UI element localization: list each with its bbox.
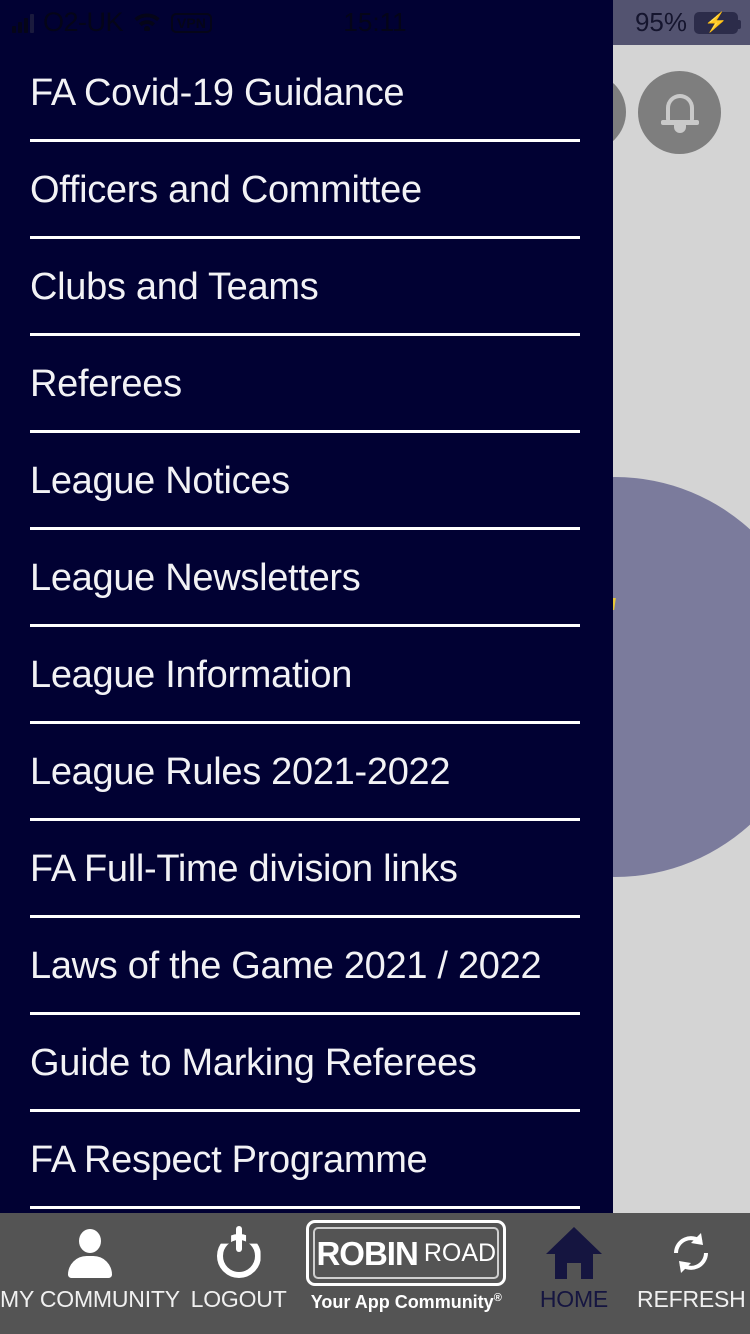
brand-name-primary: ROBIN (316, 1234, 418, 1272)
refresh-icon (666, 1223, 716, 1283)
drawer-item-referees[interactable]: Referees (0, 336, 613, 433)
wifi-icon (132, 9, 162, 36)
tab-label: HOME (539, 1286, 609, 1312)
drawer-item-label: FA Respect Programme (30, 1139, 428, 1181)
drawer-item-label: League Notices (30, 460, 290, 502)
app-screen: FA Covid-19 Guidance Officers and Commit… (0, 0, 750, 1334)
drawer-item-label: League Newsletters (30, 557, 361, 599)
vpn-badge-icon: VPN (171, 12, 212, 33)
brand-logo-plate: ROBIN ROAD (306, 1220, 507, 1286)
brand-name-secondary: ROAD (423, 1238, 497, 1267)
tab-label: MY COMMUNITY (0, 1286, 180, 1312)
drawer-item-label: Referees (30, 363, 182, 405)
drawer-item-fa-covid-19-guidance[interactable]: FA Covid-19 Guidance (0, 45, 613, 142)
status-bar: 15:11 O2-UK VPN 95% ⚡ (0, 0, 750, 45)
drawer-item-fa-respect-programme[interactable]: FA Respect Programme (0, 1112, 613, 1209)
signal-bars-icon (12, 13, 34, 33)
power-icon (213, 1223, 265, 1283)
status-bar-right-group: 95% ⚡ (634, 0, 741, 45)
drawer-item-fa-full-time-division-links[interactable]: FA Full-Time division links (0, 821, 613, 918)
drawer-item-clubs-and-teams[interactable]: Clubs and Teams (0, 239, 613, 336)
tab-refresh[interactable]: REFRESH (633, 1213, 750, 1334)
status-bar-left-group: O2-UK VPN (12, 0, 212, 45)
notifications-button[interactable] (638, 71, 721, 154)
drawer-item-label: Clubs and Teams (30, 266, 319, 308)
carrier-label: O2-UK (43, 7, 124, 37)
tab-label: REFRESH (637, 1286, 746, 1312)
tab-my-community[interactable]: MY COMMUNITY (0, 1213, 180, 1334)
drawer-item-laws-of-the-game[interactable]: Laws of the Game 2021 / 2022 (0, 918, 613, 1015)
navigation-drawer: FA Covid-19 Guidance Officers and Commit… (0, 0, 613, 1213)
battery-percent-label: 95% (634, 7, 687, 37)
brand-logo-button[interactable]: ROBIN ROAD Your App Community® (297, 1213, 515, 1334)
person-icon (66, 1223, 114, 1283)
drawer-item-league-newsletters[interactable]: League Newsletters (0, 530, 613, 627)
brand-tagline-mark: ® (493, 1292, 502, 1304)
home-icon (545, 1223, 602, 1283)
drawer-item-label: League Rules 2021-2022 (30, 751, 451, 793)
drawer-item-label: FA Full-Time division links (30, 848, 458, 890)
tab-home[interactable]: HOME (515, 1213, 632, 1334)
drawer-item-label: FA Covid-19 Guidance (30, 72, 405, 114)
drawer-item-label: League Information (30, 654, 353, 696)
drawer-item-officers-and-committee[interactable]: Officers and Committee (0, 142, 613, 239)
tab-label: LOGOUT (190, 1286, 287, 1312)
tab-logout[interactable]: LOGOUT (180, 1213, 297, 1334)
bottom-tab-bar: MY COMMUNITY LOGOUT ROBIN ROAD Your App … (0, 1213, 750, 1334)
bell-icon (660, 92, 700, 134)
drawer-item-label: Guide to Marking Referees (30, 1042, 477, 1084)
drawer-item-guide-to-marking-referees[interactable]: Guide to Marking Referees (0, 1015, 613, 1112)
brand-tagline: Your App Community® (310, 1292, 502, 1312)
battery-charging-icon: ⚡ (694, 11, 741, 34)
drawer-item-league-notices[interactable]: League Notices (0, 433, 613, 530)
drawer-item-league-information[interactable]: League Information (0, 627, 613, 724)
drawer-item-label: Officers and Committee (30, 169, 422, 211)
drawer-item-label: Laws of the Game 2021 / 2022 (30, 945, 542, 987)
drawer-item-league-rules[interactable]: League Rules 2021-2022 (0, 724, 613, 821)
